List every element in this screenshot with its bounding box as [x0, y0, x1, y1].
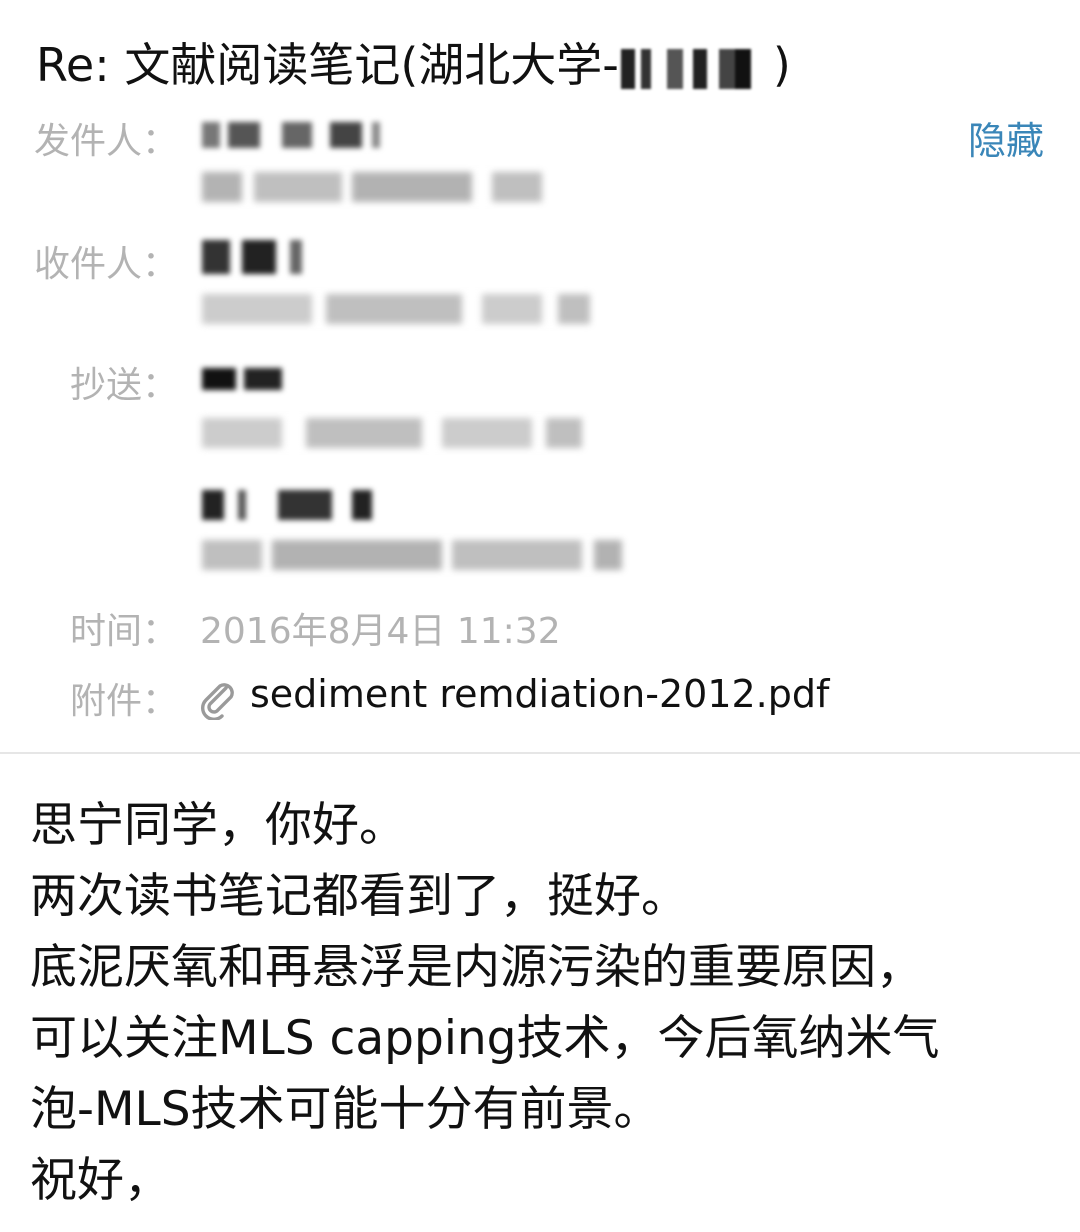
redacted-recipient-email: [202, 294, 590, 324]
from-label: 发件人：: [33, 121, 178, 162]
redacted-cc-email-1: [202, 418, 582, 448]
email-body: 思宁同学，你好。 两次读书笔记都看到了，挺好。 底泥厌氧和再悬浮是内源污染的重要…: [30, 790, 1050, 1216]
attachment-label: 附件：: [69, 681, 178, 722]
header-divider: [0, 752, 1080, 754]
redacted-subject-name: [620, 48, 771, 89]
cc-label: 抄送：: [69, 365, 178, 406]
time-label: 时间：: [69, 611, 178, 652]
time-value: 2016年8月4日 11:32: [200, 611, 561, 652]
subject-prefix: Re: 文献阅读笔记(湖北大学-: [36, 38, 619, 92]
to-label: 收件人：: [33, 244, 178, 285]
redacted-cc-email-2: [202, 540, 622, 570]
hide-details-button[interactable]: 隐藏: [968, 110, 1044, 165]
redacted-sender-name[interactable]: [202, 122, 380, 148]
attachment-link[interactable]: sediment remdiation-2012.pdf: [250, 672, 829, 716]
redacted-cc-name-1[interactable]: [202, 368, 282, 390]
email-subject: Re: 文献阅读笔记(湖北大学-): [36, 30, 791, 100]
body-line: 思宁同学，你好。: [30, 798, 406, 853]
email-view: Re: 文献阅读笔记(湖北大学-) 隐藏 发件人： 收件人： 抄送： 时间： 2…: [0, 0, 1080, 1232]
body-line: 可以关注MLS capping技术，今后氧纳米气: [30, 1011, 940, 1066]
subject-suffix: ): [772, 38, 791, 92]
redacted-recipient-name[interactable]: [202, 240, 302, 274]
body-line: 底泥厌氧和再悬浮是内源污染的重要原因，: [30, 940, 923, 995]
body-line: 祝好，: [30, 1153, 171, 1208]
body-line: 泡-MLS技术可能十分有前景。: [30, 1082, 661, 1137]
redacted-sender-email: [202, 172, 542, 202]
email-header: Re: 文献阅读笔记(湖北大学-) 隐藏 发件人： 收件人： 抄送： 时间： 2…: [0, 0, 1080, 752]
body-line: 两次读书笔记都看到了，挺好。: [30, 869, 688, 924]
paperclip-icon: [201, 683, 234, 720]
redacted-cc-name-2[interactable]: [202, 490, 372, 520]
